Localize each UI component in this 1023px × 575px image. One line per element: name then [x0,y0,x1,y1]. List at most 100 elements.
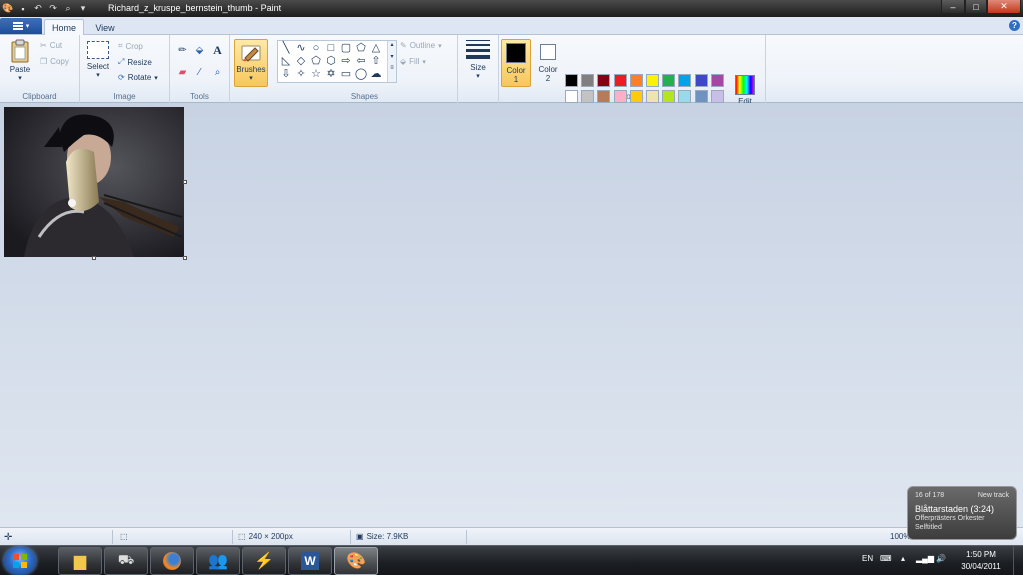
shapes-gallery[interactable]: ╲ ∿ ○ □ ▢ ⬠ △ ◺ ◇ ⬠ ⬡ ⇨ ⇦ ⇧ ⇩ ✧ ☆ ✡ ▭ ◯ … [277,40,397,83]
palette-swatch[interactable] [565,90,578,103]
maximize-button[interactable]: □ [965,0,987,14]
palette-swatch[interactable] [694,90,708,103]
palette-swatch[interactable] [613,90,627,103]
right-triangle-shape-icon[interactable]: ◺ [279,55,293,68]
taskbar-word[interactable]: W [288,547,332,575]
paint-app-icon[interactable]: 🎨 [2,3,14,15]
eraser-icon[interactable]: ▰ [175,65,190,80]
canvas-area[interactable] [0,103,1023,527]
palette-swatch[interactable] [597,90,611,103]
resize-handle-corner[interactable] [183,256,187,260]
taskbar-app-2[interactable]: ⛟ [104,547,148,575]
now-playing-notification[interactable]: 16 of 178 New track Blåttarstaden (3:24)… [907,486,1017,540]
taskbar-winamp[interactable]: ⚡ [242,547,286,575]
redo-icon[interactable]: ↷ [47,3,59,15]
fill-button[interactable]: ⬙ Fill ▾ [400,57,426,66]
oval-callout-shape-icon[interactable]: ◯ [354,68,368,81]
show-desktop-button[interactable] [1013,546,1023,575]
paint-menu-button[interactable]: ▾ [0,18,42,34]
color1-button[interactable]: Color 1 [501,39,531,87]
palette-swatch[interactable] [629,90,643,103]
right-arrow-shape-icon[interactable]: ⇨ [339,55,353,68]
taskbar-paint[interactable]: 🎨 [334,547,378,575]
palette-swatch[interactable] [662,74,676,87]
close-button[interactable]: ✕ [987,0,1021,14]
palette-swatch[interactable] [710,74,724,87]
select-button[interactable]: Select ▾ [84,41,112,79]
taskbar-clock[interactable]: 1:50 PM 30/04/2011 [952,549,1010,573]
pencil-icon[interactable]: ✏ [175,43,190,58]
pentagon-shape-icon[interactable]: ⬠ [309,55,323,68]
outline-button[interactable]: ✎ Outline ▾ [400,41,442,50]
resize-handle-bottom[interactable] [92,256,96,260]
magnifier-icon[interactable]: ⌕ [210,65,225,80]
chevron-down-icon: ▾ [18,75,22,82]
diamond-shape-icon[interactable]: ◇ [294,55,308,68]
curve-shape-icon[interactable]: ∿ [294,42,308,55]
fill-bucket-icon[interactable]: ⬙ [192,43,207,58]
taskbar-explorer[interactable]: ▆ [58,547,102,575]
palette-swatch[interactable] [710,90,724,103]
taskbar-firefox[interactable] [150,547,194,575]
volume-icon[interactable]: 🔊 [936,554,946,563]
rotate-button[interactable]: ⟳ Rotate ▾ [118,73,158,82]
gallery-expand-icon[interactable]: ≡ [388,65,396,71]
start-button[interactable] [4,547,36,575]
palette-swatch[interactable] [646,90,659,103]
oval-shape-icon[interactable]: ○ [309,42,323,55]
polygon-shape-icon[interactable]: ⬠ [354,42,368,55]
brushes-button[interactable]: Brushes ▾ [234,39,268,87]
six-point-star-shape-icon[interactable]: ✡ [324,68,338,81]
show-hidden-icons-icon[interactable]: ▴ [901,554,905,563]
left-arrow-shape-icon[interactable]: ⇦ [354,55,368,68]
color-picker-icon[interactable]: ⁄ [192,65,207,80]
help-icon[interactable]: ? [1009,20,1020,31]
down-arrow-shape-icon[interactable]: ⇩ [279,68,293,81]
canvas-image[interactable] [4,107,184,257]
keyboard-icon[interactable]: ⌨ [880,554,892,563]
text-icon[interactable]: A [210,43,225,58]
paste-button[interactable]: Paste ▾ [6,39,34,82]
rounded-rectangle-shape-icon[interactable]: ▢ [339,42,353,55]
chevron-down-icon[interactable]: ▾ [388,53,396,60]
triangle-shape-icon[interactable]: △ [369,42,383,55]
copy-button[interactable]: ❐ Copy [40,57,69,66]
crop-button[interactable]: ⌗ Crop [118,41,143,51]
palette-swatch[interactable] [597,74,611,87]
save-icon[interactable]: ▪ [17,3,29,15]
minimize-button[interactable]: – [941,0,965,14]
resize-button[interactable]: ⤢ Resize [118,57,152,67]
up-arrow-shape-icon[interactable]: ⇧ [369,55,383,68]
customize-qat-icon[interactable]: ▾ [77,3,89,15]
palette-swatch[interactable] [613,74,627,87]
taskbar-messenger[interactable]: 👥 [196,547,240,575]
palette-swatch[interactable] [581,90,595,103]
hexagon-shape-icon[interactable]: ⬡ [324,55,338,68]
tab-view[interactable]: View [88,19,122,36]
chevron-up-icon[interactable]: ▴ [388,41,396,48]
print-preview-icon[interactable]: ⌕ [62,3,74,15]
cloud-callout-shape-icon[interactable]: ☁ [369,68,383,81]
language-indicator[interactable]: EN [862,554,873,563]
color2-button[interactable]: Color 2 [533,39,563,87]
palette-swatch[interactable] [678,90,692,103]
palette-swatch[interactable] [629,74,643,87]
palette-swatch[interactable] [565,74,578,87]
rectangle-shape-icon[interactable]: □ [324,42,338,55]
four-point-star-shape-icon[interactable]: ✧ [294,68,308,81]
undo-icon[interactable]: ↶ [32,3,44,15]
line-shape-icon[interactable]: ╲ [279,42,293,55]
resize-handle-right[interactable] [183,180,187,184]
rounded-callout-shape-icon[interactable]: ▭ [339,68,353,81]
shapes-gallery-scrollbar[interactable]: ▴ ▾ ≡ [387,41,396,82]
palette-swatch[interactable] [646,74,659,87]
size-button[interactable]: Size ▾ [463,40,493,80]
palette-swatch[interactable] [678,74,692,87]
palette-swatch[interactable] [694,74,708,87]
palette-swatch[interactable] [581,74,595,87]
network-icon[interactable]: ▂▄▆ [916,554,934,563]
tab-home[interactable]: Home [44,19,84,36]
palette-swatch[interactable] [662,90,676,103]
cut-button[interactable]: ✂ Cut [40,41,62,50]
five-point-star-shape-icon[interactable]: ☆ [309,68,323,81]
